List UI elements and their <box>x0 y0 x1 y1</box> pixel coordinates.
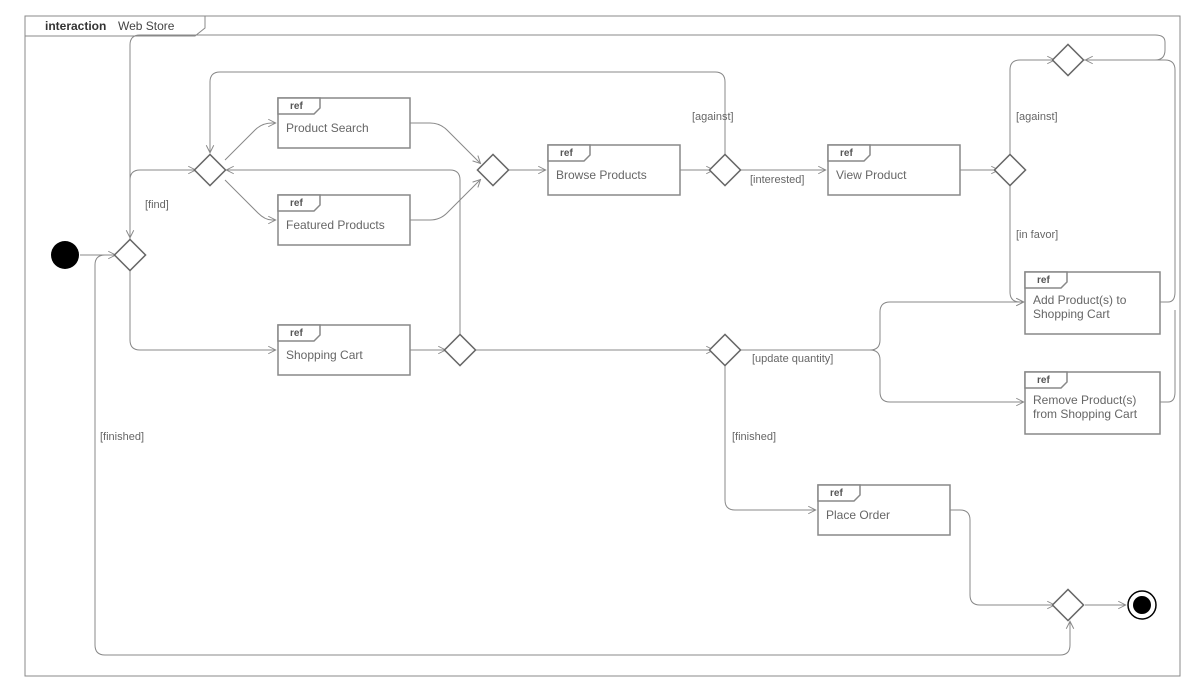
ref-product-search: ref Product Search <box>278 98 410 148</box>
ref-place-order-label: Place Order <box>826 508 890 522</box>
guard-interested: [interested] <box>750 174 804 186</box>
decision-cart-2 <box>709 334 740 365</box>
merge-top <box>1052 44 1083 75</box>
merge-search-featured <box>477 154 508 185</box>
ref-browse-products: ref Browse Products <box>548 145 680 195</box>
svg-text:ref: ref <box>290 328 303 339</box>
svg-text:ref: ref <box>290 198 303 209</box>
edge-search-merge <box>410 123 480 163</box>
decision-cart-1 <box>444 334 475 365</box>
edge-dmain-finished <box>95 255 1070 655</box>
ref-view-product: ref View Product <box>828 145 960 195</box>
ref-view-product-label: View Product <box>836 168 907 182</box>
frame-name: Web Store <box>118 19 175 33</box>
guard-against-top: [against] <box>692 111 734 123</box>
svg-text:ref: ref <box>830 488 843 499</box>
guard-in-favor: [in favor] <box>1016 229 1058 241</box>
ref-featured-products: ref Featured Products <box>278 195 410 245</box>
edge-dmain-cart <box>130 270 275 350</box>
edge-view-against <box>1010 60 1054 157</box>
final-node <box>1128 591 1156 619</box>
ref-shopping-cart: ref Shopping Cart <box>278 325 410 375</box>
svg-text:ref: ref <box>290 101 303 112</box>
guard-against-right: [against] <box>1016 111 1058 123</box>
edge-order-dend <box>950 510 1054 605</box>
edge-add-mtop <box>1086 60 1175 302</box>
edge-dfind-featured <box>225 180 275 220</box>
guard-update-quantity: [update quantity] <box>752 353 833 365</box>
ref-remove-from-cart: ref Remove Product(s) from Shopping Cart <box>1025 372 1160 434</box>
decision-after-browse <box>709 154 740 185</box>
guard-finished-left: [finished] <box>100 431 144 443</box>
svg-text:ref: ref <box>1037 275 1050 286</box>
svg-text:ref: ref <box>1037 375 1050 386</box>
ref-add-to-cart: ref Add Product(s) to Shopping Cart <box>1025 272 1160 334</box>
edge-dfind-search <box>225 123 275 160</box>
ref-product-search-label: Product Search <box>286 121 369 135</box>
edge-d2-add <box>740 302 1023 350</box>
ref-place-order: ref Place Order <box>818 485 950 535</box>
edge-remove-mtop <box>1160 310 1175 402</box>
edge-view-add <box>1010 183 1023 302</box>
guard-finished-mid: [finished] <box>732 431 776 443</box>
svg-text:ref: ref <box>840 148 853 159</box>
svg-text:ref: ref <box>560 148 573 159</box>
decision-end <box>1052 589 1083 620</box>
edge-d2-remove <box>870 350 1023 402</box>
decision-after-view <box>994 154 1025 185</box>
ref-shopping-cart-label: Shopping Cart <box>286 348 363 362</box>
frame-border <box>25 16 1180 676</box>
ref-browse-products-label: Browse Products <box>556 168 647 182</box>
initial-node <box>51 241 79 269</box>
edge-featured-merge <box>410 180 480 220</box>
ref-featured-products-label: Featured Products <box>286 218 385 232</box>
interaction-overview-diagram: interaction Web Store [find] [against] [… <box>0 0 1200 688</box>
ref-remove-from-cart-label: Remove Product(s) from Shopping Cart <box>1033 393 1140 421</box>
guard-find: [find] <box>145 199 169 211</box>
decision-main <box>114 239 145 270</box>
frame-keyword: interaction <box>45 19 106 33</box>
decision-find <box>194 154 225 185</box>
